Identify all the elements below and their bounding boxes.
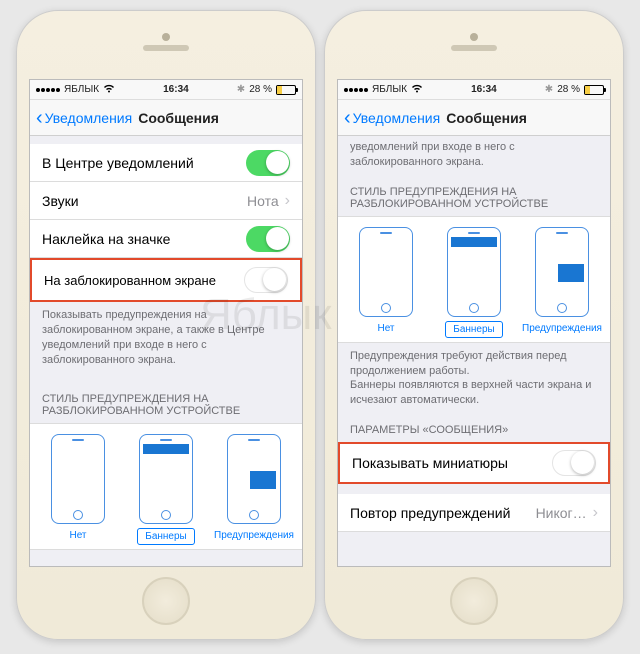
wifi-icon xyxy=(411,84,423,96)
toggle-badge[interactable] xyxy=(246,226,290,252)
row-label: Повтор предупреждений xyxy=(350,505,510,521)
chevron-right-icon: › xyxy=(593,504,598,522)
phone-frame-left: ЯБЛЫК 16:34 ✱ 28 % ‹ Уведомления Сообщен… xyxy=(16,10,316,640)
row-repeat-alerts[interactable]: Повтор предупреждений Никог… › xyxy=(338,494,610,532)
page-title: Сообщения xyxy=(138,110,219,126)
section-footer: Показывать предупреждения на заблокирова… xyxy=(30,302,302,377)
bluetooth-icon: ✱ xyxy=(237,84,245,95)
style-label: Нет xyxy=(62,528,93,543)
battery-icon xyxy=(276,85,296,95)
chevron-right-icon: › xyxy=(285,192,290,210)
section-header-params: ПАРАМЕТРЫ «СООБЩЕНИЯ» xyxy=(338,418,610,442)
toggle-show-previews[interactable] xyxy=(552,450,596,476)
phone-speaker xyxy=(451,45,497,51)
row-value: Нота xyxy=(247,193,279,209)
toggle-notification-center[interactable] xyxy=(246,150,290,176)
style-option-alerts[interactable]: Предупреждения xyxy=(210,434,297,545)
mini-phone-icon xyxy=(51,434,105,524)
row-label: В Центре уведомлений xyxy=(42,155,194,171)
mini-phone-icon xyxy=(447,227,501,317)
style-option-banners[interactable]: Баннеры xyxy=(430,227,517,338)
battery-pct: 28 % xyxy=(557,84,580,95)
battery-icon xyxy=(584,85,604,95)
phone-camera xyxy=(162,33,170,41)
battery-pct: 28 % xyxy=(249,84,272,95)
section-footer-top: уведомлений при входе в него с заблокиро… xyxy=(338,136,610,180)
wifi-icon xyxy=(103,84,115,96)
row-show-previews[interactable]: Показывать миниатюры xyxy=(338,442,610,484)
bluetooth-icon: ✱ xyxy=(545,84,553,95)
nav-bar: ‹ Уведомления Сообщения xyxy=(30,100,302,136)
status-bar: ЯБЛЫК 16:34 ✱ 28 % xyxy=(338,80,610,100)
mini-phone-icon xyxy=(359,227,413,317)
back-button[interactable]: Уведомления xyxy=(353,110,441,126)
section-header-alert-style: СТИЛЬ ПРЕДУПРЕЖДЕНИЯ НА РАЗБЛОКИРОВАННОМ… xyxy=(338,180,610,216)
back-button[interactable]: Уведомления xyxy=(45,110,133,126)
row-lockscreen[interactable]: На заблокированном экране xyxy=(30,258,302,302)
carrier-label: ЯБЛЫК xyxy=(64,84,99,95)
alert-style-selector: Нет Баннеры Предупреждения xyxy=(338,216,610,343)
signal-dots-icon xyxy=(36,88,60,92)
style-label: Предупреждения xyxy=(207,528,301,543)
settings-list: уведомлений при входе в него с заблокиро… xyxy=(338,136,610,566)
back-chevron-icon[interactable]: ‹ xyxy=(344,108,351,128)
settings-list: В Центре уведомлений Звуки Нота › Наклей… xyxy=(30,136,302,566)
row-sounds[interactable]: Звуки Нота › xyxy=(30,182,302,220)
phone-frame-right: ЯБЛЫК 16:34 ✱ 28 % ‹ Уведомления Сообщен… xyxy=(324,10,624,640)
style-label: Баннеры xyxy=(445,321,502,338)
row-label: Звуки xyxy=(42,193,79,209)
style-option-none[interactable]: Нет xyxy=(342,227,429,338)
style-label: Баннеры xyxy=(137,528,194,545)
row-label: Наклейка на значке xyxy=(42,231,170,247)
mini-phone-icon xyxy=(139,434,193,524)
phone-speaker xyxy=(143,45,189,51)
nav-bar: ‹ Уведомления Сообщения xyxy=(338,100,610,136)
status-bar: ЯБЛЫК 16:34 ✱ 28 % xyxy=(30,80,302,100)
style-option-alerts[interactable]: Предупреждения xyxy=(518,227,605,338)
home-button[interactable] xyxy=(450,577,498,625)
section-header-alert-style: СТИЛЬ ПРЕДУПРЕЖДЕНИЯ НА РАЗБЛОКИРОВАННОМ… xyxy=(30,377,302,423)
phone-camera xyxy=(470,33,478,41)
alert-style-selector: Нет Баннеры Предупреждения xyxy=(30,423,302,550)
screen-left: ЯБЛЫК 16:34 ✱ 28 % ‹ Уведомления Сообщен… xyxy=(29,79,303,567)
row-label: На заблокированном экране xyxy=(44,273,216,288)
row-label: Показывать миниатюры xyxy=(352,455,508,471)
row-badge[interactable]: Наклейка на значке xyxy=(30,220,302,258)
clock: 16:34 xyxy=(471,84,497,95)
screen-right: ЯБЛЫК 16:34 ✱ 28 % ‹ Уведомления Сообщен… xyxy=(337,79,611,567)
clock: 16:34 xyxy=(163,84,189,95)
home-button[interactable] xyxy=(142,577,190,625)
row-notification-center[interactable]: В Центре уведомлений xyxy=(30,144,302,182)
carrier-label: ЯБЛЫК xyxy=(372,84,407,95)
signal-dots-icon xyxy=(344,88,368,92)
mini-phone-icon xyxy=(227,434,281,524)
toggle-lockscreen[interactable] xyxy=(244,267,288,293)
back-chevron-icon[interactable]: ‹ xyxy=(36,108,43,128)
style-option-none[interactable]: Нет xyxy=(34,434,121,545)
row-value: Никог… xyxy=(536,505,587,521)
style-label: Предупреждения xyxy=(515,321,609,336)
style-label: Нет xyxy=(370,321,401,336)
mini-phone-icon xyxy=(535,227,589,317)
page-title: Сообщения xyxy=(446,110,527,126)
style-option-banners[interactable]: Баннеры xyxy=(122,434,209,545)
section-footer-styles: Предупреждения требуют действия перед пр… xyxy=(338,343,610,418)
